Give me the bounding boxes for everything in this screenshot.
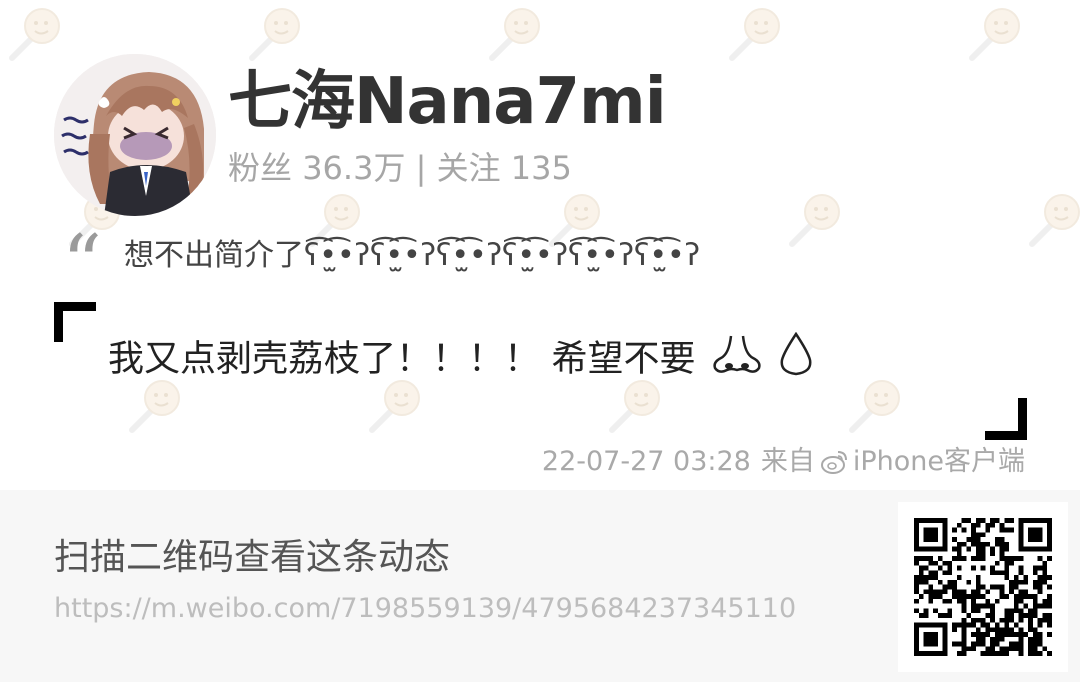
quote-icon: “ (62, 219, 102, 309)
nose-icon (711, 332, 763, 389)
watermark-pin-icon (784, 190, 844, 250)
avatar-illustration (54, 54, 216, 216)
watermark-pin-icon (724, 4, 784, 64)
user-bio: 想不出简介了ʕ͡•̫͡•ʔʕ͡•̫͡•ʔʕ͡•̫͡•ʔʕ͡•̫͡•ʔʕ͡•̫͡•… (124, 238, 701, 273)
qr-code-icon (914, 518, 1052, 656)
watermark-pin-icon (964, 4, 1024, 64)
post-text: 我又点剥壳荔枝了！！！！ 希望不要 (108, 338, 696, 380)
watermark-pin-icon (1024, 190, 1080, 250)
droplet-icon (778, 331, 814, 389)
post-timestamp: 22-07-27 03:28 (541, 446, 751, 477)
followers-count: 36.3万 (302, 149, 406, 187)
watermark-pin-icon (844, 376, 904, 436)
user-name[interactable]: 七海Nana7mi (228, 62, 667, 142)
corner-bracket-top-left (54, 302, 96, 342)
corner-bracket-bottom-right (985, 398, 1027, 440)
post-url[interactable]: https://m.weibo.com/7198559139/479568423… (54, 592, 796, 626)
qr-code[interactable] (898, 502, 1068, 672)
user-stats: 粉丝 36.3万 | 关注 135 (228, 148, 572, 188)
post-meta: 22-07-27 03:28 来自 iPhone客户端 (542, 444, 1025, 480)
post-content: 我又点剥壳荔枝了！！！！ 希望不要 (108, 331, 814, 389)
watermark-pin-icon (484, 4, 544, 64)
source-prefix: 来自 (760, 446, 815, 477)
scan-prompt: 扫描二维码查看这条动态 (54, 537, 451, 578)
following-label: 关注 (436, 149, 501, 187)
followers-label: 粉丝 (228, 149, 293, 187)
watermark-pin-icon (4, 4, 64, 64)
stats-separator: | (415, 149, 427, 187)
watermark-pin-icon (244, 4, 304, 64)
following-count: 135 (510, 149, 572, 187)
share-footer: 扫描二维码查看这条动态 https://m.weibo.com/71985591… (0, 490, 1080, 682)
weibo-logo-icon (819, 447, 849, 477)
post-source: iPhone客户端 (852, 446, 1025, 477)
avatar[interactable] (54, 54, 216, 216)
weibo-share-card: 七海Nana7mi 粉丝 36.3万 | 关注 135 “ 想不出简介了ʕ͡•̫… (0, 0, 1080, 682)
